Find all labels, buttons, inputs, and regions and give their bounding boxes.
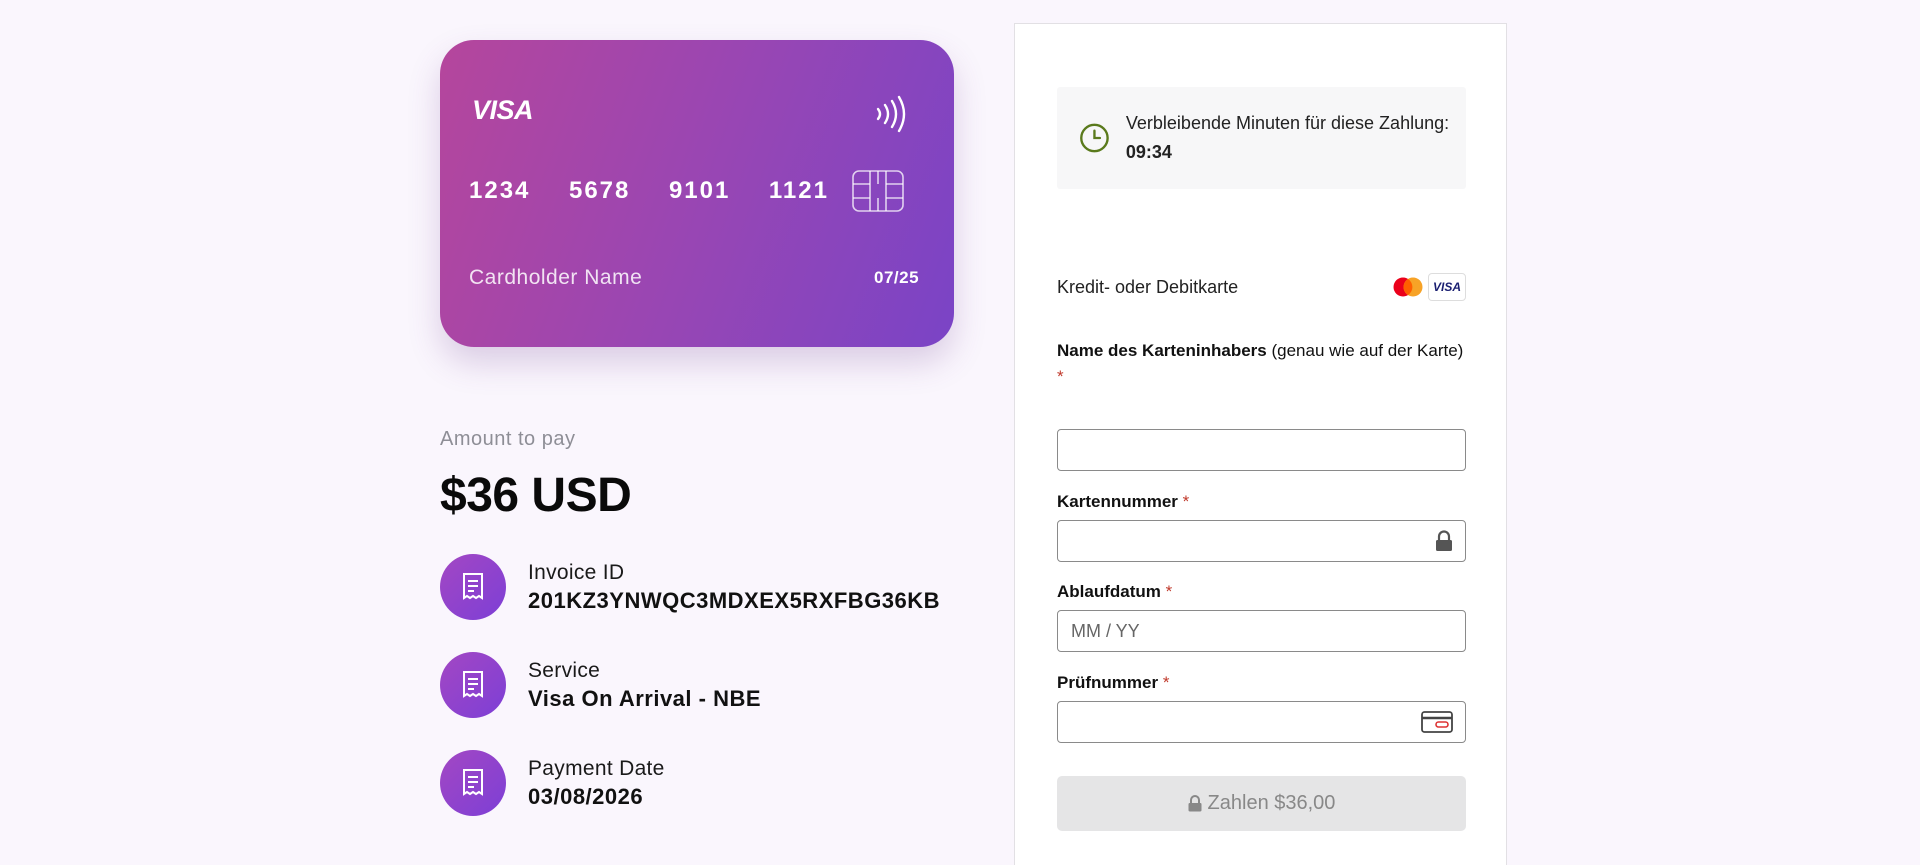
card-expiry: 07/25 — [874, 268, 920, 287]
cvc-label: Prüfnummer — [1057, 673, 1159, 692]
card-number-input[interactable] — [1057, 520, 1466, 562]
holder-field-label: Name des Karteninhabers (genau wie auf d… — [1057, 338, 1466, 390]
card-holder-name: Cardholder Name — [469, 266, 643, 289]
expiry-placeholder: MM / YY — [1071, 620, 1140, 641]
cvc-card-icon — [1421, 711, 1453, 733]
timer-label: Verbleibende Minuten für diese Zahlung: — [1125, 113, 1450, 133]
card-brand: VISA — [472, 95, 534, 125]
detail-invoice-id: Invoice ID 201KZ3YNWQC3MDXEX5RXFBG36KB — [440, 554, 954, 620]
receipt-icon — [440, 652, 506, 718]
card-logos: VISA — [1390, 273, 1466, 301]
timer-box: Verbleibende Minuten für diese Zahlung: … — [1057, 87, 1466, 189]
detail-value: Visa On Arrival - NBE — [528, 686, 762, 711]
payment-summary: VISA 1234 5678 9101 1121 Cardholder Name… — [440, 40, 954, 816]
receipt-icon — [440, 554, 506, 620]
holder-hint: (genau wie auf der Karte) — [1271, 341, 1464, 360]
card-preview: VISA 1234 5678 9101 1121 Cardholder Name… — [440, 40, 954, 347]
lock-icon — [1436, 530, 1452, 551]
card-number-group: 1121 — [768, 177, 829, 204]
lock-icon — [1188, 795, 1202, 812]
timer-text: Verbleibende Minuten für diese Zahlung: … — [1126, 109, 1466, 167]
payment-method-row: Kredit- oder Debitkarte VISA — [1057, 273, 1466, 301]
cvc-field-label: Prüfnummer * — [1057, 670, 1169, 696]
required-mark: * — [1057, 367, 1064, 386]
clock-icon — [1080, 123, 1109, 153]
visa-logo: VISA — [1428, 273, 1466, 301]
payment-details: Invoice ID 201KZ3YNWQC3MDXEX5RXFBG36KB S… — [440, 554, 954, 848]
detail-value: 03/08/2026 — [528, 784, 644, 809]
detail-label: Invoice ID — [528, 561, 625, 584]
payment-form-panel: Verbleibende Minuten für diese Zahlung: … — [1014, 23, 1507, 865]
card-number-group: 1234 — [469, 177, 531, 204]
receipt-icon — [440, 750, 506, 816]
amount-value: $36 USD — [440, 469, 632, 522]
pay-button-label: Zahlen $36,00 — [1207, 792, 1336, 814]
card-number-label: Kartennummer — [1057, 492, 1178, 511]
detail-label: Payment Date — [528, 757, 665, 780]
holder-name-input[interactable] — [1057, 429, 1466, 471]
expiry-field-label: Ablaufdatum * — [1057, 579, 1172, 605]
detail-service: Service Visa On Arrival - NBE — [440, 652, 954, 718]
pay-button[interactable]: Zahlen $36,00 — [1057, 776, 1466, 831]
amount-label: Amount to pay — [440, 428, 576, 450]
contactless-icon — [876, 95, 906, 133]
card-number-group: 5678 — [568, 177, 631, 204]
expiry-label: Ablaufdatum — [1057, 582, 1161, 601]
card-number: 1234 5678 9101 1121 — [469, 177, 829, 205]
detail-value: 201KZ3YNWQC3MDXEX5RXFBG36KB — [528, 588, 941, 613]
expiry-input[interactable]: MM / YY — [1057, 610, 1466, 652]
detail-label: Service — [528, 659, 601, 682]
card-number-group: 9101 — [668, 177, 731, 204]
required-mark: * — [1182, 492, 1190, 511]
required-mark: * — [1162, 673, 1170, 692]
mastercard-logo — [1390, 273, 1426, 301]
payment-method-label: Kredit- oder Debitkarte — [1057, 276, 1239, 297]
card-number-field-label: Kartennummer * — [1057, 489, 1189, 515]
required-mark: * — [1165, 582, 1173, 601]
timer-value: 09:34 — [1125, 142, 1172, 162]
detail-payment-date: Payment Date 03/08/2026 — [440, 750, 954, 816]
chip-icon — [852, 170, 904, 212]
cvc-input[interactable] — [1057, 701, 1466, 743]
holder-label: Name des Karteninhabers — [1057, 341, 1267, 360]
